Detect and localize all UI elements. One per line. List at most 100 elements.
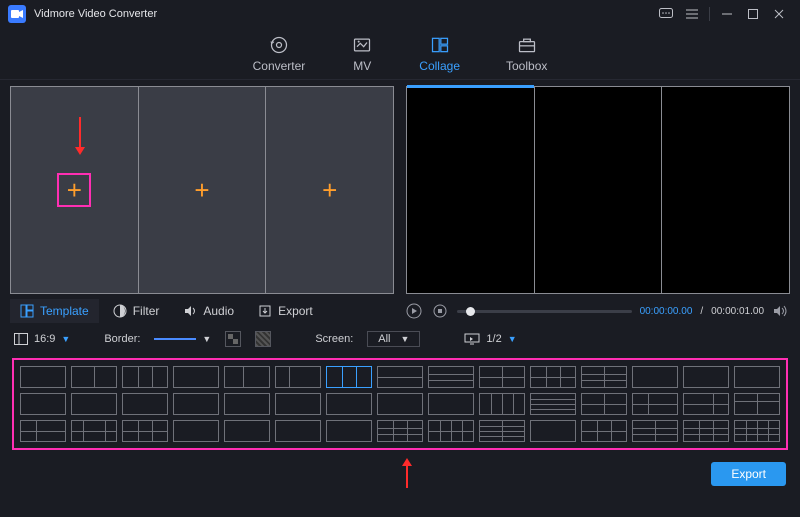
collage-slot-3[interactable]: + (266, 87, 393, 293)
audio-icon (183, 304, 197, 318)
preview-panel (406, 86, 790, 294)
play-scale-select[interactable]: 1/2 ▼ (464, 333, 516, 345)
maximize-button[interactable] (740, 4, 766, 24)
template-item[interactable] (275, 366, 321, 388)
minimize-button[interactable] (714, 4, 740, 24)
collage-icon (429, 35, 451, 55)
subtab-label: Audio (203, 304, 234, 318)
collage-slot-2[interactable]: + (139, 87, 267, 293)
export-icon (258, 304, 272, 318)
template-item[interactable] (275, 393, 321, 415)
subtab-export[interactable]: Export (248, 299, 323, 323)
caret-down-icon: ▼ (508, 334, 517, 344)
template-item[interactable] (275, 420, 321, 442)
border-color-button[interactable] (225, 331, 241, 347)
tab-mv[interactable]: MV (347, 28, 377, 79)
collage-slot-1[interactable]: + (11, 87, 139, 293)
seek-thumb[interactable] (466, 307, 475, 316)
template-item[interactable] (683, 366, 729, 388)
template-item[interactable] (683, 393, 729, 415)
sub-tabs: Template Filter Audio Export (0, 298, 405, 324)
subtab-template[interactable]: Template (10, 299, 99, 323)
seek-track[interactable] (457, 310, 632, 313)
template-item[interactable] (581, 366, 627, 388)
playback-bar: 00:00:00.00/00:00:01.00 (405, 298, 800, 324)
template-item[interactable] (428, 393, 474, 415)
template-item[interactable] (632, 393, 678, 415)
template-item[interactable] (71, 393, 117, 415)
template-item[interactable] (479, 420, 525, 442)
template-item[interactable] (173, 366, 219, 388)
add-icon: + (67, 175, 82, 206)
template-item[interactable] (20, 366, 66, 388)
template-item[interactable] (71, 366, 117, 388)
template-item[interactable] (530, 393, 576, 415)
subtab-filter[interactable]: Filter (103, 299, 170, 323)
volume-button[interactable] (772, 302, 790, 320)
template-icon (20, 304, 34, 318)
template-item[interactable] (683, 420, 729, 442)
tab-converter[interactable]: Converter (249, 28, 310, 79)
app-title: Vidmore Video Converter (34, 8, 653, 20)
template-item[interactable] (326, 366, 372, 388)
template-item[interactable] (71, 420, 117, 442)
template-item[interactable] (479, 393, 525, 415)
subtab-audio[interactable]: Audio (173, 299, 244, 323)
border-pattern-button[interactable] (255, 331, 271, 347)
screen-select[interactable]: All ▼ (367, 331, 420, 347)
play-button[interactable] (405, 302, 423, 320)
preview-slot (662, 87, 789, 293)
template-item[interactable] (734, 393, 780, 415)
template-item[interactable] (734, 366, 780, 388)
template-item[interactable] (530, 366, 576, 388)
close-button[interactable] (766, 4, 792, 24)
template-item[interactable] (122, 420, 168, 442)
template-item[interactable] (224, 366, 270, 388)
preview-indicator (407, 85, 534, 88)
feedback-button[interactable] (653, 4, 679, 24)
template-item[interactable] (428, 366, 474, 388)
template-item[interactable] (632, 420, 678, 442)
toolbox-icon (516, 35, 538, 55)
template-item[interactable] (581, 393, 627, 415)
template-item[interactable] (428, 420, 474, 442)
template-item[interactable] (122, 366, 168, 388)
template-item[interactable] (224, 420, 270, 442)
template-item[interactable] (377, 366, 423, 388)
template-item[interactable] (377, 420, 423, 442)
template-item[interactable] (377, 393, 423, 415)
border-style-select[interactable]: ▼ (154, 334, 211, 344)
aspect-ratio-select[interactable]: 16:9 ▼ (14, 333, 70, 345)
export-button[interactable]: Export (711, 462, 786, 486)
template-item[interactable] (173, 420, 219, 442)
template-item[interactable] (173, 393, 219, 415)
caret-down-icon: ▼ (61, 334, 70, 344)
tab-collage[interactable]: Collage (415, 28, 464, 79)
template-item[interactable] (326, 420, 372, 442)
template-item[interactable] (479, 366, 525, 388)
ratio-icon (14, 333, 28, 345)
template-item[interactable] (122, 393, 168, 415)
divider (709, 7, 710, 21)
tab-label: Toolbox (506, 59, 547, 73)
filter-icon (113, 304, 127, 318)
template-item[interactable] (581, 420, 627, 442)
template-item[interactable] (224, 393, 270, 415)
template-item[interactable] (530, 420, 576, 442)
template-item[interactable] (20, 420, 66, 442)
preview-slot (535, 87, 663, 293)
tab-toolbox[interactable]: Toolbox (502, 28, 551, 79)
camera-icon (11, 8, 23, 20)
template-item[interactable] (734, 420, 780, 442)
border-label: Border: (104, 333, 140, 345)
app-logo (8, 5, 26, 23)
footer-bar: Export (0, 454, 800, 494)
template-item[interactable] (20, 393, 66, 415)
tab-label: Collage (419, 59, 460, 73)
template-item[interactable] (326, 393, 372, 415)
menu-button[interactable] (679, 4, 705, 24)
stop-button[interactable] (431, 302, 449, 320)
template-item[interactable] (632, 366, 678, 388)
screen-value: All (378, 333, 390, 345)
converter-icon (268, 35, 290, 55)
